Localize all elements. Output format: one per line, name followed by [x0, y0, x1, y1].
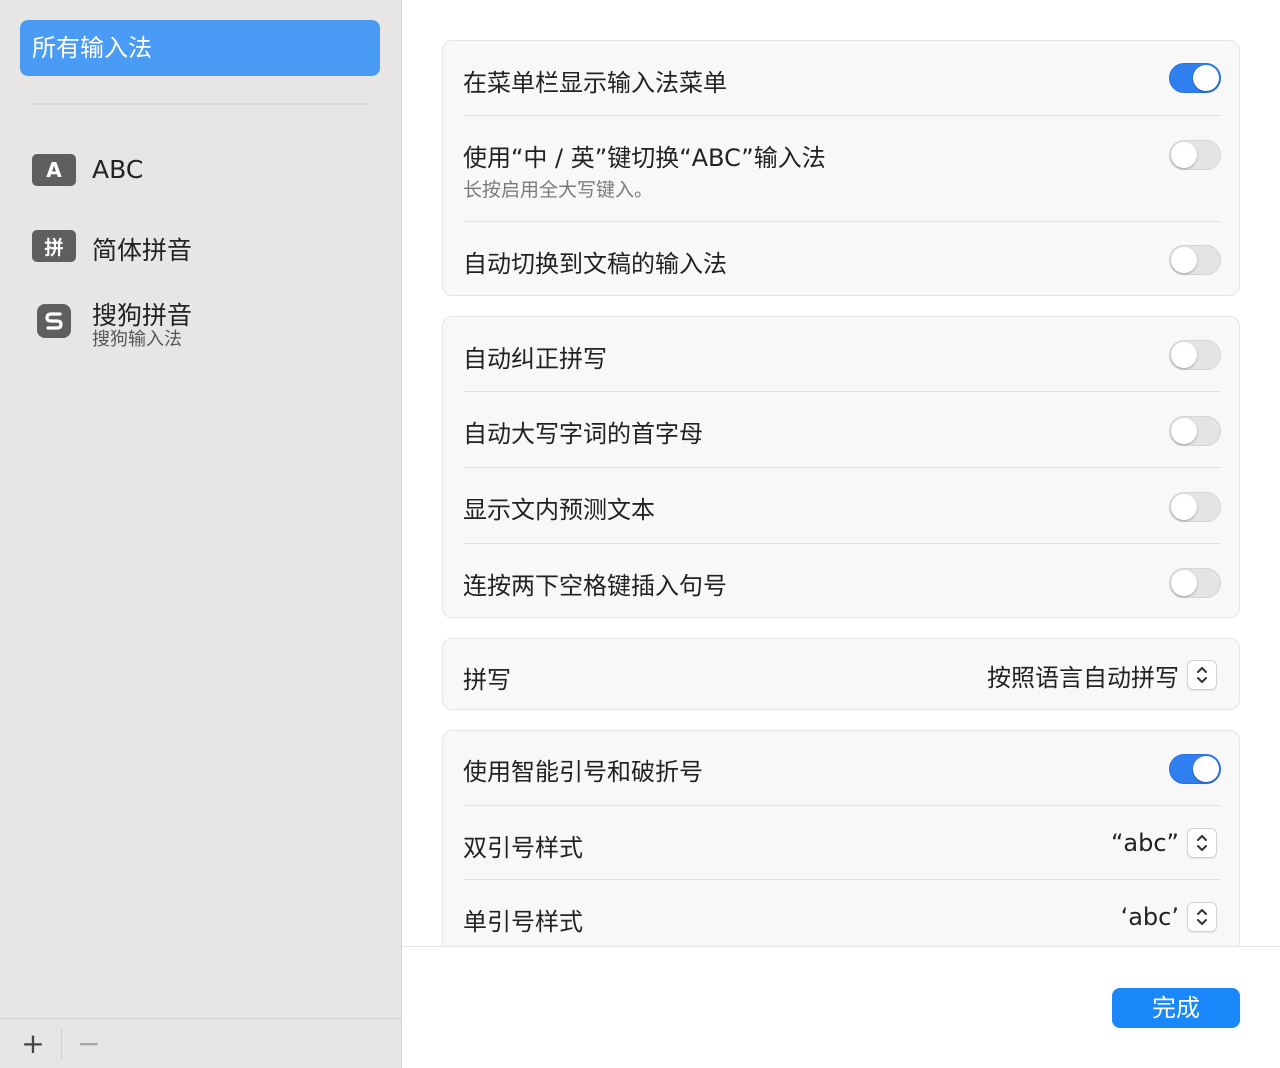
- toggle-knob: [1171, 342, 1197, 368]
- single-quote-style-select[interactable]: ‘abc’: [1121, 902, 1217, 932]
- pin-character-icon: 拼: [32, 230, 76, 262]
- sidebar: 所有输入法 A ABC 拼 简体拼音 搜狗拼音 搜狗输入法 + −: [0, 0, 402, 1068]
- toggle-knob: [1171, 247, 1197, 273]
- capitalize-toggle[interactable]: [1169, 416, 1221, 446]
- settings-pane: 在菜单栏显示输入法菜单 使用“中 / 英”键切换“ABC”输入法 长按启用全大写…: [402, 0, 1280, 946]
- up-down-chevron-icon: [1187, 828, 1217, 858]
- show-menu-toggle[interactable]: [1169, 63, 1221, 93]
- quotes-settings-group: 使用智能引号和破折号 双引号样式 “abc” 单引号样式 ‘abc’: [442, 730, 1240, 946]
- sidebar-item-simplified-pinyin[interactable]: 拼 简体拼音: [32, 216, 372, 276]
- minus-icon: −: [77, 1027, 101, 1060]
- up-down-chevron-icon: [1187, 660, 1217, 690]
- remove-input-source-button[interactable]: −: [73, 1028, 105, 1060]
- autocorrect-toggle[interactable]: [1169, 340, 1221, 370]
- sidebar-item-all-input-sources[interactable]: 所有输入法: [20, 20, 380, 76]
- switch-key-toggle[interactable]: [1169, 140, 1221, 170]
- typing-settings-group: 自动纠正拼写 自动大写字词的首字母 显示文内预测文本 连按两下空格键插入句号: [442, 316, 1240, 618]
- a-letter-icon: A: [32, 154, 76, 186]
- switch-key-row: 使用“中 / 英”键切换“ABC”输入法 长按启用全大写键入。: [463, 116, 1221, 221]
- double-space-row: 连按两下空格键插入句号: [463, 544, 1221, 619]
- row-label: 使用“中 / 英”键切换“ABC”输入法: [463, 144, 826, 172]
- auto-switch-toggle[interactable]: [1169, 245, 1221, 275]
- sogou-logo-icon: [37, 304, 71, 338]
- smart-quotes-toggle[interactable]: [1169, 754, 1221, 784]
- sidebar-item-label: 所有输入法: [32, 34, 152, 62]
- toggle-knob: [1193, 756, 1219, 782]
- toggle-knob: [1171, 570, 1197, 596]
- toggle-knob: [1193, 65, 1219, 91]
- row-sublabel: 长按启用全大写键入。: [463, 179, 654, 201]
- autocorrect-row: 自动纠正拼写: [463, 317, 1221, 392]
- predictive-toggle[interactable]: [1169, 492, 1221, 522]
- row-label: 在菜单栏显示输入法菜单: [463, 69, 727, 97]
- smart-quotes-row: 使用智能引号和破折号: [463, 731, 1221, 805]
- spelling-select-value: 按照语言自动拼写: [987, 663, 1179, 692]
- sidebar-divider: [32, 103, 368, 105]
- spelling-row: 拼写 按照语言自动拼写: [463, 639, 1221, 711]
- spelling-settings-group: 拼写 按照语言自动拼写: [442, 638, 1240, 710]
- sidebar-item-abc[interactable]: A ABC: [32, 140, 372, 200]
- sidebar-item-sublabel: 搜狗输入法: [92, 329, 182, 350]
- predictive-row: 显示文内预测文本: [463, 468, 1221, 543]
- spelling-select[interactable]: 按照语言自动拼写: [987, 660, 1217, 692]
- double-quote-style-select[interactable]: “abc”: [1111, 828, 1217, 858]
- auto-switch-row: 自动切换到文稿的输入法: [463, 222, 1221, 297]
- plus-icon: +: [21, 1027, 45, 1060]
- double-quote-style-value: “abc”: [1110, 829, 1179, 857]
- done-button[interactable]: 完成: [1112, 988, 1240, 1028]
- single-quote-row: 单引号样式 ‘abc’: [463, 880, 1221, 946]
- menu-settings-group: 在菜单栏显示输入法菜单 使用“中 / 英”键切换“ABC”输入法 长按启用全大写…: [442, 40, 1240, 296]
- add-input-source-button[interactable]: +: [17, 1028, 49, 1060]
- row-label: 自动纠正拼写: [463, 345, 607, 373]
- toggle-knob: [1171, 494, 1197, 520]
- row-label: 单引号样式: [463, 908, 583, 936]
- sidebar-item-sogou-pinyin[interactable]: 搜狗拼音 搜狗输入法: [32, 292, 372, 352]
- double-space-toggle[interactable]: [1169, 568, 1221, 598]
- row-label: 自动大写字词的首字母: [463, 420, 703, 448]
- double-quote-row: 双引号样式 “abc”: [463, 806, 1221, 880]
- row-label: 拼写: [463, 666, 511, 694]
- capitalize-row: 自动大写字词的首字母: [463, 392, 1221, 467]
- footer-divider: [61, 1029, 62, 1059]
- row-label: 连按两下空格键插入句号: [463, 572, 727, 600]
- input-sources-window: 所有输入法 A ABC 拼 简体拼音 搜狗拼音 搜狗输入法 + − 在菜单栏显示…: [0, 0, 1280, 1068]
- show-menu-row: 在菜单栏显示输入法菜单: [463, 41, 1221, 116]
- single-quote-style-value: ‘abc’: [1120, 903, 1179, 931]
- toggle-knob: [1171, 418, 1197, 444]
- sidebar-item-label: 简体拼音: [92, 236, 193, 265]
- sidebar-footer: + −: [0, 1018, 401, 1068]
- done-button-label: 完成: [1152, 994, 1200, 1022]
- up-down-chevron-icon: [1187, 902, 1217, 932]
- row-label: 使用智能引号和破折号: [463, 758, 703, 786]
- sidebar-item-label: ABC: [92, 155, 144, 184]
- toggle-knob: [1171, 142, 1197, 168]
- row-label: 自动切换到文稿的输入法: [463, 250, 727, 278]
- dialog-footer: 完成: [402, 946, 1280, 1068]
- row-label: 双引号样式: [463, 834, 583, 862]
- row-label: 显示文内预测文本: [463, 496, 655, 524]
